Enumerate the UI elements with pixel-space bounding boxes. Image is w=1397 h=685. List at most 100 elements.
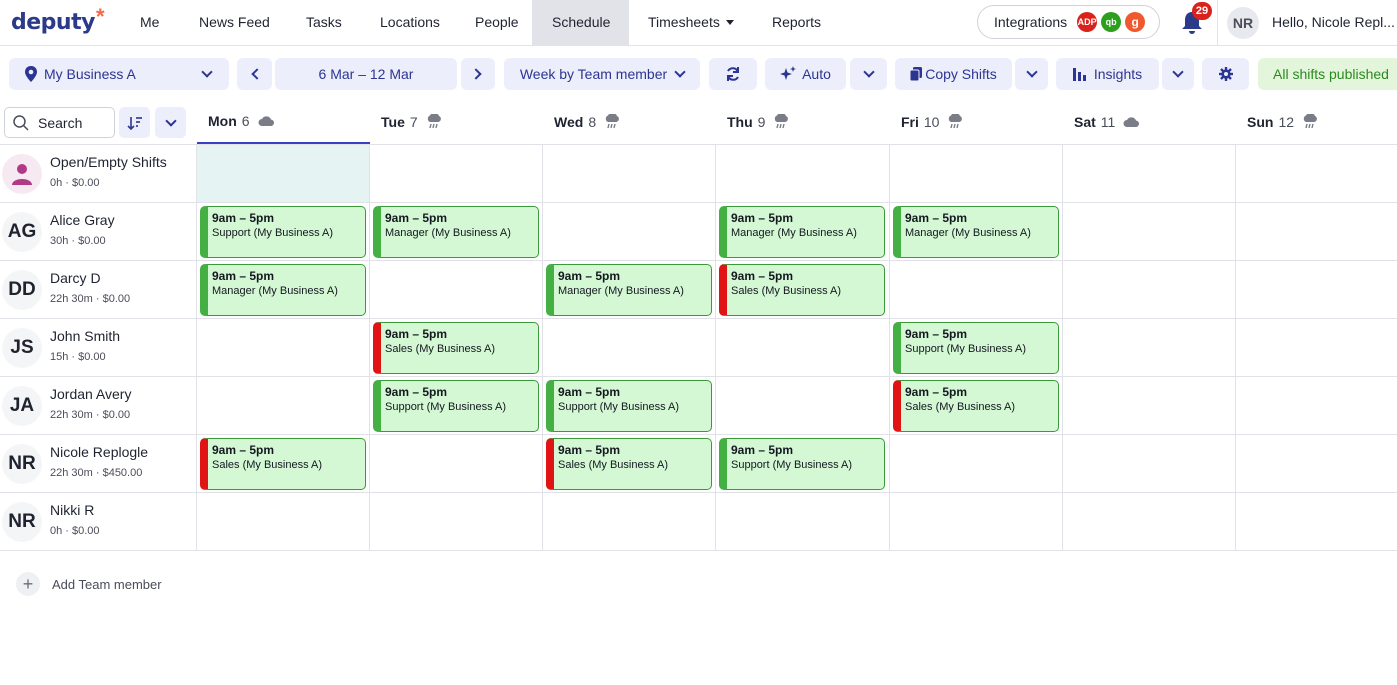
grid-line [889,144,890,551]
day-header-mon[interactable]: Mon 6 [197,100,370,144]
team-member-name[interactable]: Jordan Avery [50,386,131,402]
copy-shifts-options-button[interactable] [1015,58,1048,90]
shift-role: Manager (My Business A) [558,285,684,297]
shift-card[interactable]: 9am – 5pm Manager (My Business A) [546,264,712,316]
shift-card[interactable]: 9am – 5pm Support (My Business A) [893,322,1059,374]
shift-role: Support (My Business A) [731,459,853,471]
previous-week-button[interactable] [237,58,272,90]
team-member-name[interactable]: Alice Gray [50,212,115,228]
rain-cloud-icon [773,114,789,130]
shift-role: Support (My Business A) [385,401,507,413]
next-week-button[interactable] [461,58,495,90]
date-range-picker[interactable]: 6 Mar – 12 Mar [275,58,457,90]
shift-card[interactable]: 9am – 5pm Sales (My Business A) [200,438,366,490]
logo-text: deputy [11,9,95,35]
nav-tasks[interactable]: Tasks [287,0,361,46]
shift-card[interactable]: 9am – 5pm Manager (My Business A) [893,206,1059,258]
grid-line [1062,144,1063,551]
copy-shifts-button[interactable]: Copy Shifts [895,58,1012,90]
shift-card[interactable]: 9am – 5pm Support (My Business A) [373,380,539,432]
gusto-icon: g [1125,12,1146,32]
day-name: Sun [1247,114,1274,130]
view-label: Week by Team member [519,66,668,82]
nav-timesheets[interactable]: Timesheets [629,0,753,46]
integrations-button[interactable]: Integrations ADP qb g [977,5,1160,39]
sort-options-button[interactable] [155,107,186,138]
shift-card[interactable]: 9am – 5pm Manager (My Business A) [719,206,885,258]
chevron-down-icon [201,66,213,78]
team-member-name[interactable]: John Smith [50,328,120,344]
shift-card[interactable]: 9am – 5pm Sales (My Business A) [546,438,712,490]
add-team-member-button[interactable]: + Add Team member [16,572,162,596]
day-header-fri[interactable]: Fri 10 [890,100,1063,144]
team-member-summary: 0h · $0.00 [50,525,100,537]
shift-time: 9am – 5pm [385,385,448,399]
refresh-icon [727,67,739,81]
refresh-button[interactable] [709,58,757,90]
settings-button[interactable] [1202,58,1249,90]
nav-schedule[interactable]: Schedule [532,0,629,46]
day-date: 9 [757,114,766,130]
cloud-icon [258,115,274,127]
shift-card[interactable]: 9am – 5pm Support (My Business A) [200,206,366,258]
day-name: Tue [381,114,405,130]
grid-line [0,318,1397,319]
shift-time: 9am – 5pm [905,327,968,341]
deputy-logo[interactable]: deputy * [11,4,105,38]
nav-me[interactable]: Me [121,0,178,46]
shift-role: Manager (My Business A) [731,227,857,239]
nav-people[interactable]: People [456,0,538,46]
nav-news-feed[interactable]: News Feed [180,0,289,46]
shift-role: Sales (My Business A) [385,343,496,355]
nav-reports[interactable]: Reports [753,0,840,46]
team-member-name[interactable]: Nikki R [50,502,94,518]
shift-card[interactable]: 9am – 5pm Sales (My Business A) [719,264,885,316]
notifications-count-badge: 29 [1192,2,1212,20]
open-shifts-avatar [2,154,42,194]
grid-line [0,202,1397,203]
shift-card[interactable]: 9am – 5pm Manager (My Business A) [200,264,366,316]
shift-card[interactable]: 9am – 5pm Sales (My Business A) [373,322,539,374]
insights-label: Insights [1093,66,1143,82]
team-member-summary: 22h 30m · $0.00 [50,409,131,421]
team-member-name[interactable]: Open/Empty Shifts [50,154,167,170]
shift-card[interactable]: 9am – 5pm Sales (My Business A) [893,380,1059,432]
today-open-shift-cell[interactable] [197,145,369,202]
copy-shifts-label: Copy Shifts [925,66,997,82]
auto-schedule-button[interactable]: Auto [765,58,846,90]
user-avatar[interactable]: NR [1227,7,1259,39]
day-header-wed[interactable]: Wed 8 [543,100,716,144]
team-member-name[interactable]: Nicole Replogle [50,444,148,460]
shifts-published-status[interactable]: All shifts published [1258,58,1397,90]
shift-card[interactable]: 9am – 5pm Support (My Business A) [546,380,712,432]
auto-options-button[interactable] [850,58,887,90]
shift-time: 9am – 5pm [558,385,621,399]
day-date: 7 [409,114,418,130]
team-member-name[interactable]: Darcy D [50,270,101,286]
sort-button[interactable] [119,107,150,138]
search-icon [13,114,29,131]
avatar: DD [2,270,42,310]
avatar: JS [2,328,42,368]
day-header-sun[interactable]: Sun 12 [1236,100,1397,144]
shift-card[interactable]: 9am – 5pm Manager (My Business A) [373,206,539,258]
day-header-tue[interactable]: Tue 7 [370,100,543,144]
day-name: Mon [208,113,237,129]
grid-line [0,492,1397,493]
location-select[interactable]: My Business A [9,58,229,90]
grid-line [0,376,1397,377]
search-input[interactable]: Search [4,107,115,138]
logo-asterisk-icon: * [95,4,105,29]
shift-card[interactable]: 9am – 5pm Support (My Business A) [719,438,885,490]
day-header-sat[interactable]: Sat 11 [1063,100,1236,144]
view-select[interactable]: Week by Team member [504,58,700,90]
insights-options-button[interactable] [1162,58,1194,90]
nav-locations[interactable]: Locations [361,0,459,46]
insights-button[interactable]: Insights [1056,58,1159,90]
chevron-down-icon [1172,66,1184,78]
user-greeting[interactable]: Hello, Nicole Repl... [1272,0,1397,46]
nav-divider [1217,0,1218,46]
nav-timesheets-label: Timesheets [648,14,720,30]
day-header-thu[interactable]: Thu 9 [716,100,890,144]
grid-line [196,144,197,551]
